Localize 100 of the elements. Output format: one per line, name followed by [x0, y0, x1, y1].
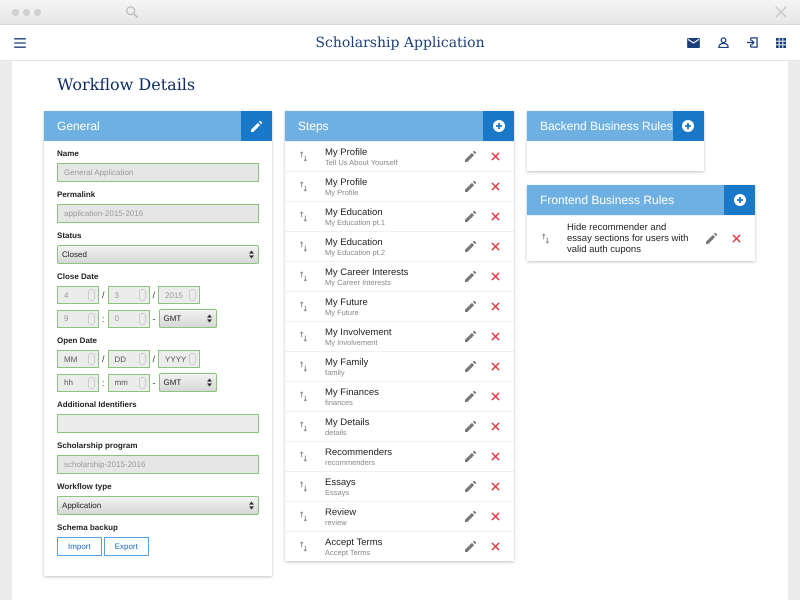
field-label: Scholarship program	[57, 441, 138, 450]
pencil-icon[interactable]	[465, 451, 476, 462]
field-label: Open Date	[57, 336, 98, 345]
dash-separator: -	[152, 314, 156, 324]
outline-button[interactable]: Export	[104, 537, 149, 556]
delete-icon[interactable]	[491, 302, 500, 311]
card-title: Frontend Business Rules	[539, 193, 676, 207]
pencil-icon[interactable]	[465, 541, 476, 552]
sort-icon[interactable]	[299, 451, 308, 462]
delete-icon[interactable]	[491, 212, 500, 221]
select-field[interactable]: Closed	[57, 245, 259, 264]
step-title: My Education	[325, 206, 384, 218]
step-title: My Career Interests	[325, 266, 410, 278]
time-separator: :	[102, 314, 105, 324]
plus-circle-icon	[682, 120, 694, 132]
number-field[interactable]: mm	[108, 374, 150, 392]
timezone-select[interactable]: GMT	[158, 373, 217, 392]
delete-icon[interactable]	[491, 542, 500, 551]
text-field[interactable]	[57, 414, 259, 433]
updown-icon	[206, 314, 212, 323]
delete-icon[interactable]	[491, 152, 500, 161]
sort-icon[interactable]	[299, 541, 308, 552]
date-separator: /	[152, 290, 156, 300]
pencil-icon[interactable]	[465, 361, 476, 372]
apps-grid-icon[interactable]	[776, 38, 786, 48]
delete-icon[interactable]	[491, 452, 500, 461]
sign-in-icon[interactable]	[747, 37, 758, 48]
pencil-icon[interactable]	[465, 151, 476, 162]
delete-icon[interactable]	[491, 392, 500, 401]
sort-icon[interactable]	[299, 151, 308, 162]
person-icon[interactable]	[718, 37, 729, 48]
number-field[interactable]: DD	[108, 350, 150, 368]
pencil-icon[interactable]	[465, 181, 476, 192]
sort-icon[interactable]	[299, 511, 308, 522]
date-separator: /	[102, 290, 105, 300]
step-title: Recommenders	[325, 446, 394, 458]
select-field[interactable]: Application	[57, 496, 259, 515]
step-title: My Future	[325, 296, 369, 308]
pencil-icon[interactable]	[465, 241, 476, 252]
delete-icon[interactable]	[491, 482, 500, 491]
step-title: Accept Terms	[325, 536, 384, 548]
card-title: Steps	[297, 119, 330, 133]
pencil-icon[interactable]	[465, 511, 476, 522]
add-button[interactable]	[724, 185, 755, 215]
date-separator: /	[152, 354, 156, 364]
delete-icon[interactable]	[491, 332, 500, 341]
updown-icon	[249, 501, 254, 510]
step-title: Essays	[325, 476, 357, 488]
pencil-icon[interactable]	[706, 233, 717, 244]
menu-icon[interactable]	[14, 38, 26, 48]
sort-icon[interactable]	[541, 233, 550, 244]
field-label: Additional Identifiers	[57, 400, 138, 409]
number-field[interactable]: hh	[57, 374, 99, 392]
edit-button[interactable]	[241, 111, 272, 141]
rule-row[interactable]: Hide recommender and essay sections for users with valid auth cupons	[527, 215, 755, 261]
step-title: My Involvement	[325, 326, 393, 338]
sort-icon[interactable]	[299, 301, 308, 312]
page-heading: Workflow Details	[57, 75, 196, 94]
step-title: My Finances	[325, 386, 380, 398]
time-separator: :	[102, 378, 105, 388]
number-field[interactable]: MM	[57, 350, 99, 368]
plus-circle-icon	[492, 120, 504, 132]
sort-icon[interactable]	[299, 271, 308, 282]
delete-icon[interactable]	[732, 234, 741, 243]
pencil-icon[interactable]	[465, 211, 476, 222]
pencil-icon[interactable]	[465, 391, 476, 402]
field-label: Status	[57, 231, 82, 240]
date-separator: /	[102, 354, 105, 364]
updown-icon	[206, 378, 212, 387]
rule-text: Hide recommender and essay sections for users with valid auth cupons	[567, 222, 690, 255]
step-title: My Education	[325, 236, 384, 248]
timezone-select[interactable]: GMT	[158, 309, 217, 328]
sort-icon[interactable]	[299, 331, 308, 342]
pencil-icon[interactable]	[465, 301, 476, 312]
sort-icon[interactable]	[299, 241, 308, 252]
pencil-icon[interactable]	[465, 271, 476, 282]
delete-icon[interactable]	[491, 182, 500, 191]
field-label: Close Date	[57, 272, 100, 281]
mail-icon[interactable]	[687, 38, 700, 48]
sort-icon[interactable]	[299, 361, 308, 372]
sort-icon[interactable]	[299, 211, 308, 222]
pencil-icon[interactable]	[465, 331, 476, 342]
delete-icon[interactable]	[491, 272, 500, 281]
add-button[interactable]	[672, 111, 704, 141]
sort-icon[interactable]	[299, 181, 308, 192]
delete-icon[interactable]	[491, 362, 500, 371]
pencil-icon[interactable]	[465, 481, 476, 492]
sort-icon[interactable]	[299, 481, 308, 492]
sort-icon[interactable]	[299, 391, 308, 402]
number-field[interactable]: YYYY	[158, 350, 200, 368]
pencil-icon[interactable]	[465, 421, 476, 432]
delete-icon[interactable]	[491, 242, 500, 251]
card-title: Backend Business Rules	[539, 119, 673, 133]
add-button[interactable]	[483, 111, 514, 141]
field-label: Name	[57, 149, 80, 158]
sort-icon[interactable]	[299, 421, 308, 432]
outline-button[interactable]: Import	[57, 537, 102, 556]
delete-icon[interactable]	[491, 422, 500, 431]
delete-icon[interactable]	[491, 512, 500, 521]
step-title: Review	[325, 506, 358, 518]
